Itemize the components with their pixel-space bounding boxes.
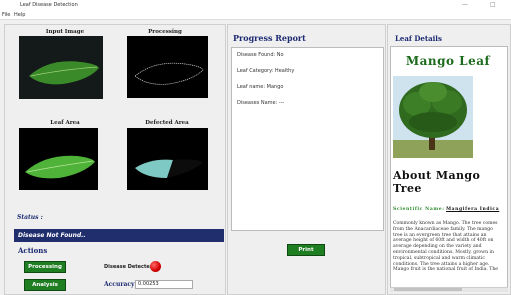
- defected-area-label: Defected Area: [145, 120, 189, 126]
- input-image-label: Input Image: [45, 29, 85, 35]
- print-button[interactable]: Print: [287, 244, 325, 256]
- scientific-name-row: Scientific Name: Mangifera Indica: [393, 207, 507, 212]
- disease-indicator-icon: [150, 261, 161, 272]
- window-title: Leaf Disease Detection: [20, 2, 78, 8]
- defected-area-image: [127, 128, 208, 190]
- processing-button[interactable]: Processing: [24, 261, 66, 273]
- report-line: Diseases Name: ---: [237, 100, 285, 106]
- leaf-area-image: [19, 128, 98, 190]
- scrollbar-thumb[interactable]: [394, 288, 462, 291]
- progress-report-box[interactable]: Disease Found: No Leaf Category: Healthy…: [231, 47, 384, 231]
- menu-help[interactable]: Help: [14, 12, 25, 18]
- report-line: Leaf Category: Healthy: [237, 68, 295, 74]
- leaf-details-title: Leaf Details: [395, 34, 442, 43]
- status-value: Disease Not Found..: [18, 232, 86, 239]
- description-text: Commonly known as Mango. The tree comes …: [393, 221, 499, 273]
- details-horizontal-scrollbar[interactable]: [390, 287, 508, 292]
- leaf-details-box[interactable]: Mango Leaf About Mango Tree Scientific N…: [390, 46, 508, 290]
- maximize-button[interactable]: □: [490, 1, 496, 8]
- disease-detected-label: Disease Detected: [104, 264, 154, 270]
- about-heading: About Mango Tree: [393, 169, 481, 195]
- report-line: Leaf name: Mango: [237, 84, 284, 90]
- mango-tree-image: [393, 76, 473, 158]
- progress-report-title: Progress Report: [233, 33, 306, 43]
- processing-image: [127, 36, 208, 98]
- input-image: [19, 36, 103, 99]
- scientific-name-label: Scientific Name:: [393, 207, 445, 212]
- actions-label: Actions: [18, 246, 48, 255]
- processing-label: Processing: [148, 29, 182, 35]
- menu-file[interactable]: File: [2, 12, 10, 18]
- accuracy-label: Accuracy:: [104, 281, 137, 288]
- accuracy-field[interactable]: 0.00253: [135, 280, 193, 289]
- report-line: Disease Found: No: [237, 52, 284, 58]
- status-label: Status :: [17, 214, 43, 221]
- scientific-name-value: Mangifera Indica: [446, 207, 500, 212]
- analysis-button[interactable]: Analysis: [24, 279, 66, 291]
- leaf-name-heading: Mango Leaf: [405, 54, 491, 68]
- menu-bar: File Help: [0, 11, 511, 20]
- minimize-button[interactable]: —: [462, 1, 468, 8]
- status-bar: Disease Not Found..: [14, 229, 224, 242]
- leaf-area-label: Leaf Area: [50, 120, 80, 126]
